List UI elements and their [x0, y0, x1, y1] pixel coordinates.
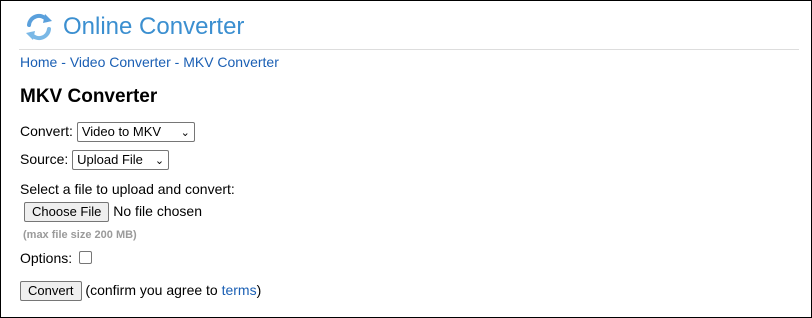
convert-button[interactable]: Convert [20, 281, 82, 302]
confirm-suffix: ) [256, 282, 262, 298]
file-status: No file chosen [113, 203, 202, 219]
site-brand-name[interactable]: Online Converter [63, 12, 244, 42]
submit-row: Convert (confirm you agree to terms) [20, 280, 262, 302]
page-title: MKV Converter [20, 86, 158, 107]
options-checkbox[interactable] [79, 250, 93, 264]
max-size-note: (max file size 200 MB) [23, 229, 137, 241]
source-select-value: Upload File [77, 152, 143, 168]
breadcrumb-mkv-converter-link[interactable]: MKV Converter [183, 54, 279, 70]
convert-label: Convert: [20, 123, 73, 139]
chevron-down-icon: ⌄ [154, 155, 165, 168]
terms-link[interactable]: terms [222, 282, 257, 298]
source-label: Source: [20, 151, 69, 167]
breadcrumb-separator: - [174, 54, 184, 70]
upload-prompt: Select a file to upload and convert: [20, 181, 235, 197]
refresh-arrows-icon[interactable] [23, 11, 55, 43]
convert-select-value: Video to MKV [81, 124, 162, 140]
options-label: Options: [20, 250, 73, 266]
site-header: Online Converter [19, 9, 799, 50]
source-select[interactable]: Upload File ⌄ [72, 150, 170, 171]
source-row: Source: Upload File ⌄ [20, 149, 170, 171]
file-chooser: Choose File No file chosen [24, 201, 202, 223]
options-row: Options: [20, 248, 93, 268]
breadcrumb: Home - Video Converter - MKV Converter [20, 54, 279, 70]
confirm-prefix: (confirm you agree to [85, 282, 222, 298]
page-frame: Online Converter Home - Video Converter … [0, 0, 812, 318]
breadcrumb-home-link[interactable]: Home [20, 54, 57, 70]
breadcrumb-video-converter-link[interactable]: Video Converter [70, 54, 171, 70]
breadcrumb-separator: - [61, 54, 70, 70]
choose-file-button[interactable]: Choose File [24, 202, 110, 223]
convert-row: Convert: Video to MKV ⌄ [20, 121, 195, 143]
convert-select[interactable]: Video to MKV ⌄ [76, 122, 195, 143]
chevron-down-icon: ⌄ [180, 127, 190, 140]
